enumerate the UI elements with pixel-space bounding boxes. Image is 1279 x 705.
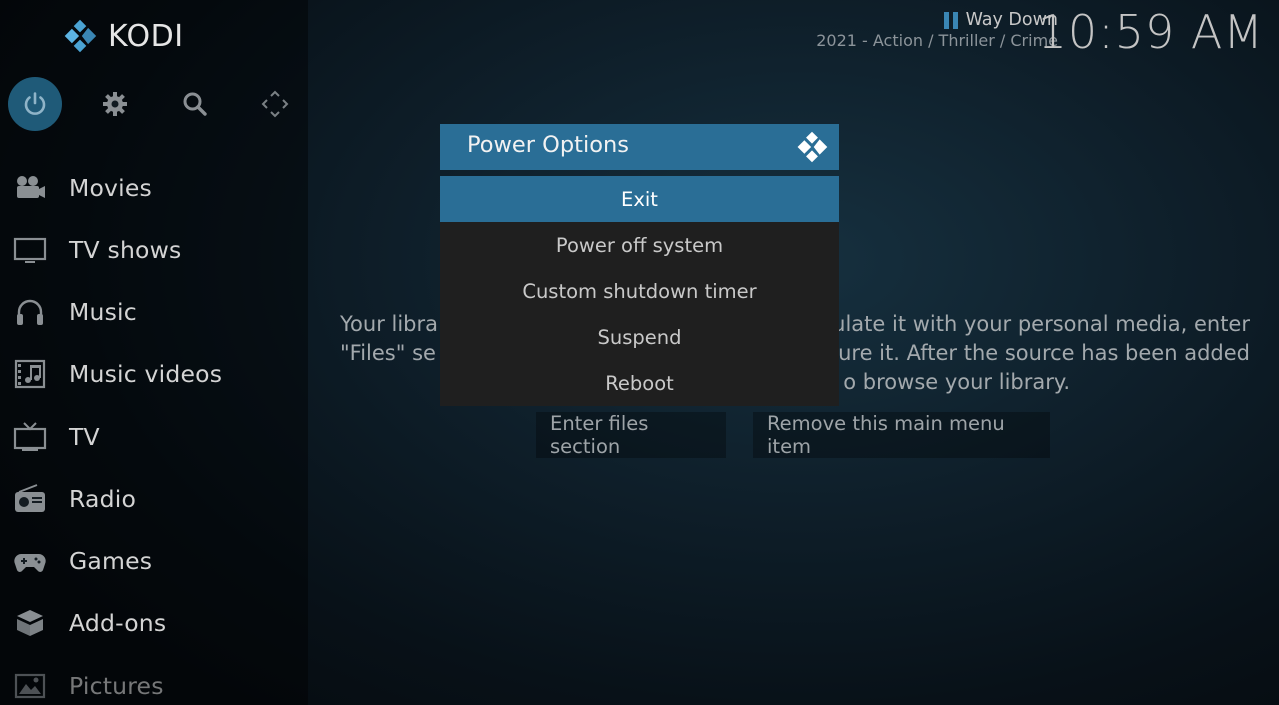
sidebar-item-radio[interactable]: Radio [0,471,308,527]
search-icon [183,92,207,116]
fullscreen-button[interactable] [248,77,302,131]
now-playing-meta: 2021 - Action / Thriller / Crime [816,31,1058,50]
sidebar-item-music[interactable]: Music [0,284,308,340]
now-playing-info: Way Down 2021 - Action / Thriller / Crim… [816,10,1058,50]
power-button[interactable] [8,77,62,131]
sidebar-item-movies[interactable]: Movies [0,160,308,216]
dialog-options-list: Exit Power off system Custom shutdown ti… [440,176,839,406]
dialog-title: Power Options [467,132,629,158]
option-power-off-system[interactable]: Power off system [440,222,839,268]
sidebar-item-add-ons[interactable]: Add-ons [0,595,308,651]
monitor-icon [11,231,49,269]
message-fragment: ure it. After the source has been added [838,341,1250,365]
headphones-icon [11,293,49,331]
sidebar-item-label: Pictures [69,672,164,700]
fullscreen-icon [261,90,289,118]
clock: 10:59 AM [1037,5,1264,59]
dialog-header: Power Options [440,124,839,170]
tv-icon [11,418,49,456]
kodi-logo-icon [64,19,97,53]
logo-text: KODI [108,18,184,54]
gear-icon [103,92,127,116]
message-fragment: "Files" se [340,341,436,365]
search-button[interactable] [168,77,222,131]
option-exit[interactable]: Exit [440,176,839,222]
option-reboot[interactable]: Reboot [440,360,839,406]
sidebar-item-pictures[interactable]: Pictures [0,658,308,705]
power-options-dialog: Power Options Exit Power off system Cust… [440,124,839,406]
sidebar-item-tv-shows[interactable]: TV shows [0,222,308,278]
kodi-logo-icon [797,131,828,163]
message-fragment: Your libra [340,312,439,336]
enter-files-section-button[interactable]: Enter files section [536,412,726,458]
remove-menu-item-button[interactable]: Remove this main menu item [753,412,1050,458]
sidebar-item-label: Games [69,547,153,575]
now-playing-title-row: Way Down [816,10,1058,30]
power-icon [24,92,46,115]
addons-box-icon [11,604,49,642]
sidebar-item-label: Movies [69,174,152,202]
sidebar-item-label: Radio [69,485,137,513]
gamepad-icon [11,542,49,580]
sidebar-item-label: TV [69,423,100,451]
option-custom-shutdown-timer[interactable]: Custom shutdown timer [440,268,839,314]
message-fragment: o browse your library. [843,370,1070,394]
sidebar-item-tv[interactable]: TV [0,409,308,465]
radio-icon [11,480,49,518]
sidebar-item-music-videos[interactable]: Music videos [0,346,308,402]
movie-camera-icon [11,169,49,207]
music-video-icon [11,355,49,393]
sidebar-item-games[interactable]: Games [0,533,308,589]
sidebar: KODI Movies TV shows Music Music videos … [0,0,308,705]
settings-button[interactable] [88,77,142,131]
pause-icon [943,11,958,29]
sidebar-item-label: TV shows [69,236,182,264]
sidebar-item-label: Music videos [69,360,223,388]
message-fragment: ulate it with your personal media, enter [832,312,1250,336]
sidebar-item-label: Add-ons [69,609,167,637]
picture-icon [11,667,49,705]
option-suspend[interactable]: Suspend [440,314,839,360]
kodi-logo: KODI [62,18,184,54]
sidebar-item-label: Music [69,298,137,326]
